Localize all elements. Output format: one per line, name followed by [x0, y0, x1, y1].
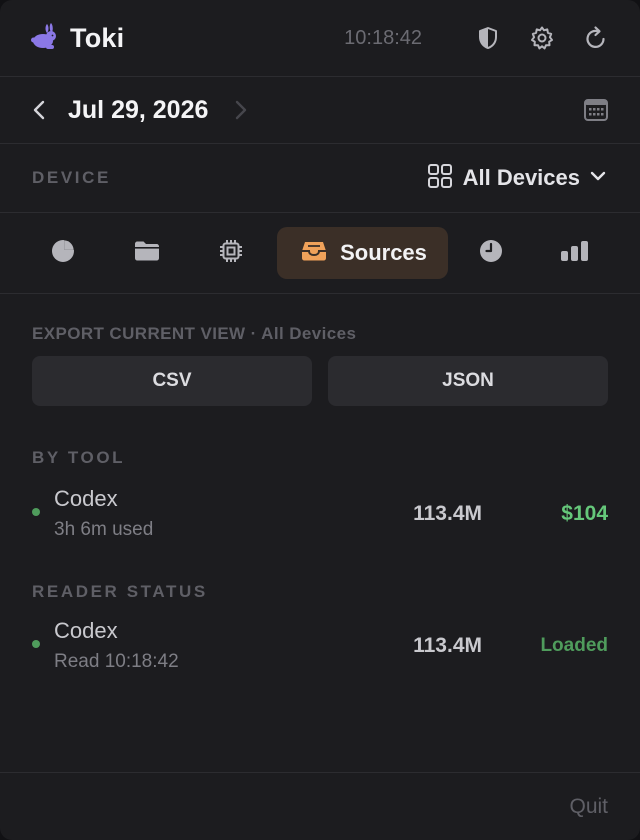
header: Toki 10:18:42 — [0, 0, 640, 76]
clock-display: 10:18:42 — [344, 26, 422, 49]
by-tool-label: BY TOOL — [32, 448, 126, 467]
status-dot — [32, 640, 40, 648]
tab-models[interactable] — [214, 227, 248, 279]
device-row: DEVICE All Devices — [0, 144, 640, 212]
reader-name: Codex — [54, 618, 118, 643]
grid-icon — [427, 163, 453, 194]
list-item: Codex Read 10:18:42 113.4M Loaded — [32, 610, 608, 682]
shield-icon[interactable] — [474, 24, 502, 52]
footer: Quit — [0, 772, 640, 840]
row-text: Codex 3h 6m used — [54, 484, 153, 544]
tab-sources[interactable]: Sources — [277, 227, 448, 279]
main-content: EXPORT CURRENT VIEW · All Devices CSV JS… — [0, 324, 640, 682]
list-item: Codex 3h 6m used 113.4M $104 — [32, 478, 608, 550]
device-label: DEVICE — [32, 168, 111, 187]
chevron-right-icon[interactable] — [232, 98, 250, 122]
brand: Toki — [30, 21, 124, 56]
app-title: Toki — [70, 22, 125, 53]
status-dot — [32, 508, 40, 516]
calendar-icon[interactable] — [582, 96, 610, 124]
export-label: EXPORT CURRENT VIEW · All Devices — [32, 324, 357, 343]
rabbit-icon — [30, 21, 60, 56]
export-json-button[interactable]: JSON — [328, 356, 608, 406]
header-actions: 10:18:42 — [344, 24, 610, 52]
tab-projects[interactable] — [130, 227, 164, 279]
reader-status-label: READER STATUS — [32, 582, 208, 601]
tab-history[interactable] — [474, 227, 508, 279]
chip-icon — [218, 238, 244, 269]
chevron-down-icon — [590, 169, 606, 187]
bar-chart-icon — [560, 239, 590, 268]
current-date: Jul 29, 2026 — [68, 95, 209, 124]
inbox-tray-icon — [300, 239, 328, 268]
reader-read-time: Read 10:18:42 — [54, 651, 179, 672]
export-csv-button[interactable]: CSV — [32, 356, 312, 406]
divider — [0, 293, 640, 294]
gear-icon[interactable] — [528, 24, 556, 52]
folder-icon — [133, 239, 161, 268]
chevron-left-icon[interactable] — [30, 98, 48, 122]
tab-bar: Sources — [0, 213, 640, 293]
tab-overview[interactable] — [46, 227, 80, 279]
token-count: 113.4M — [413, 502, 482, 525]
row-text: Codex Read 10:18:42 — [54, 616, 179, 676]
quit-button[interactable]: Quit — [569, 795, 608, 819]
tool-name: Codex — [54, 486, 118, 511]
pie-chart-icon — [50, 238, 76, 269]
status-badge: Loaded — [540, 635, 608, 656]
tab-stats[interactable] — [558, 227, 592, 279]
device-selector[interactable]: All Devices — [427, 163, 606, 194]
clock-icon — [478, 238, 504, 269]
tool-cost: $104 — [561, 502, 608, 525]
tab-sources-label: Sources — [340, 240, 427, 265]
app-window: Toki 10:18:42 Jul 29, 2026 DEVICE All De… — [0, 0, 640, 840]
refresh-icon[interactable] — [582, 24, 610, 52]
device-selector-label: All Devices — [462, 165, 580, 190]
token-count: 113.4M — [413, 634, 482, 657]
tool-usage: 3h 6m used — [54, 519, 154, 540]
export-buttons: CSV JSON — [32, 356, 608, 406]
date-navigation: Jul 29, 2026 — [0, 77, 640, 143]
